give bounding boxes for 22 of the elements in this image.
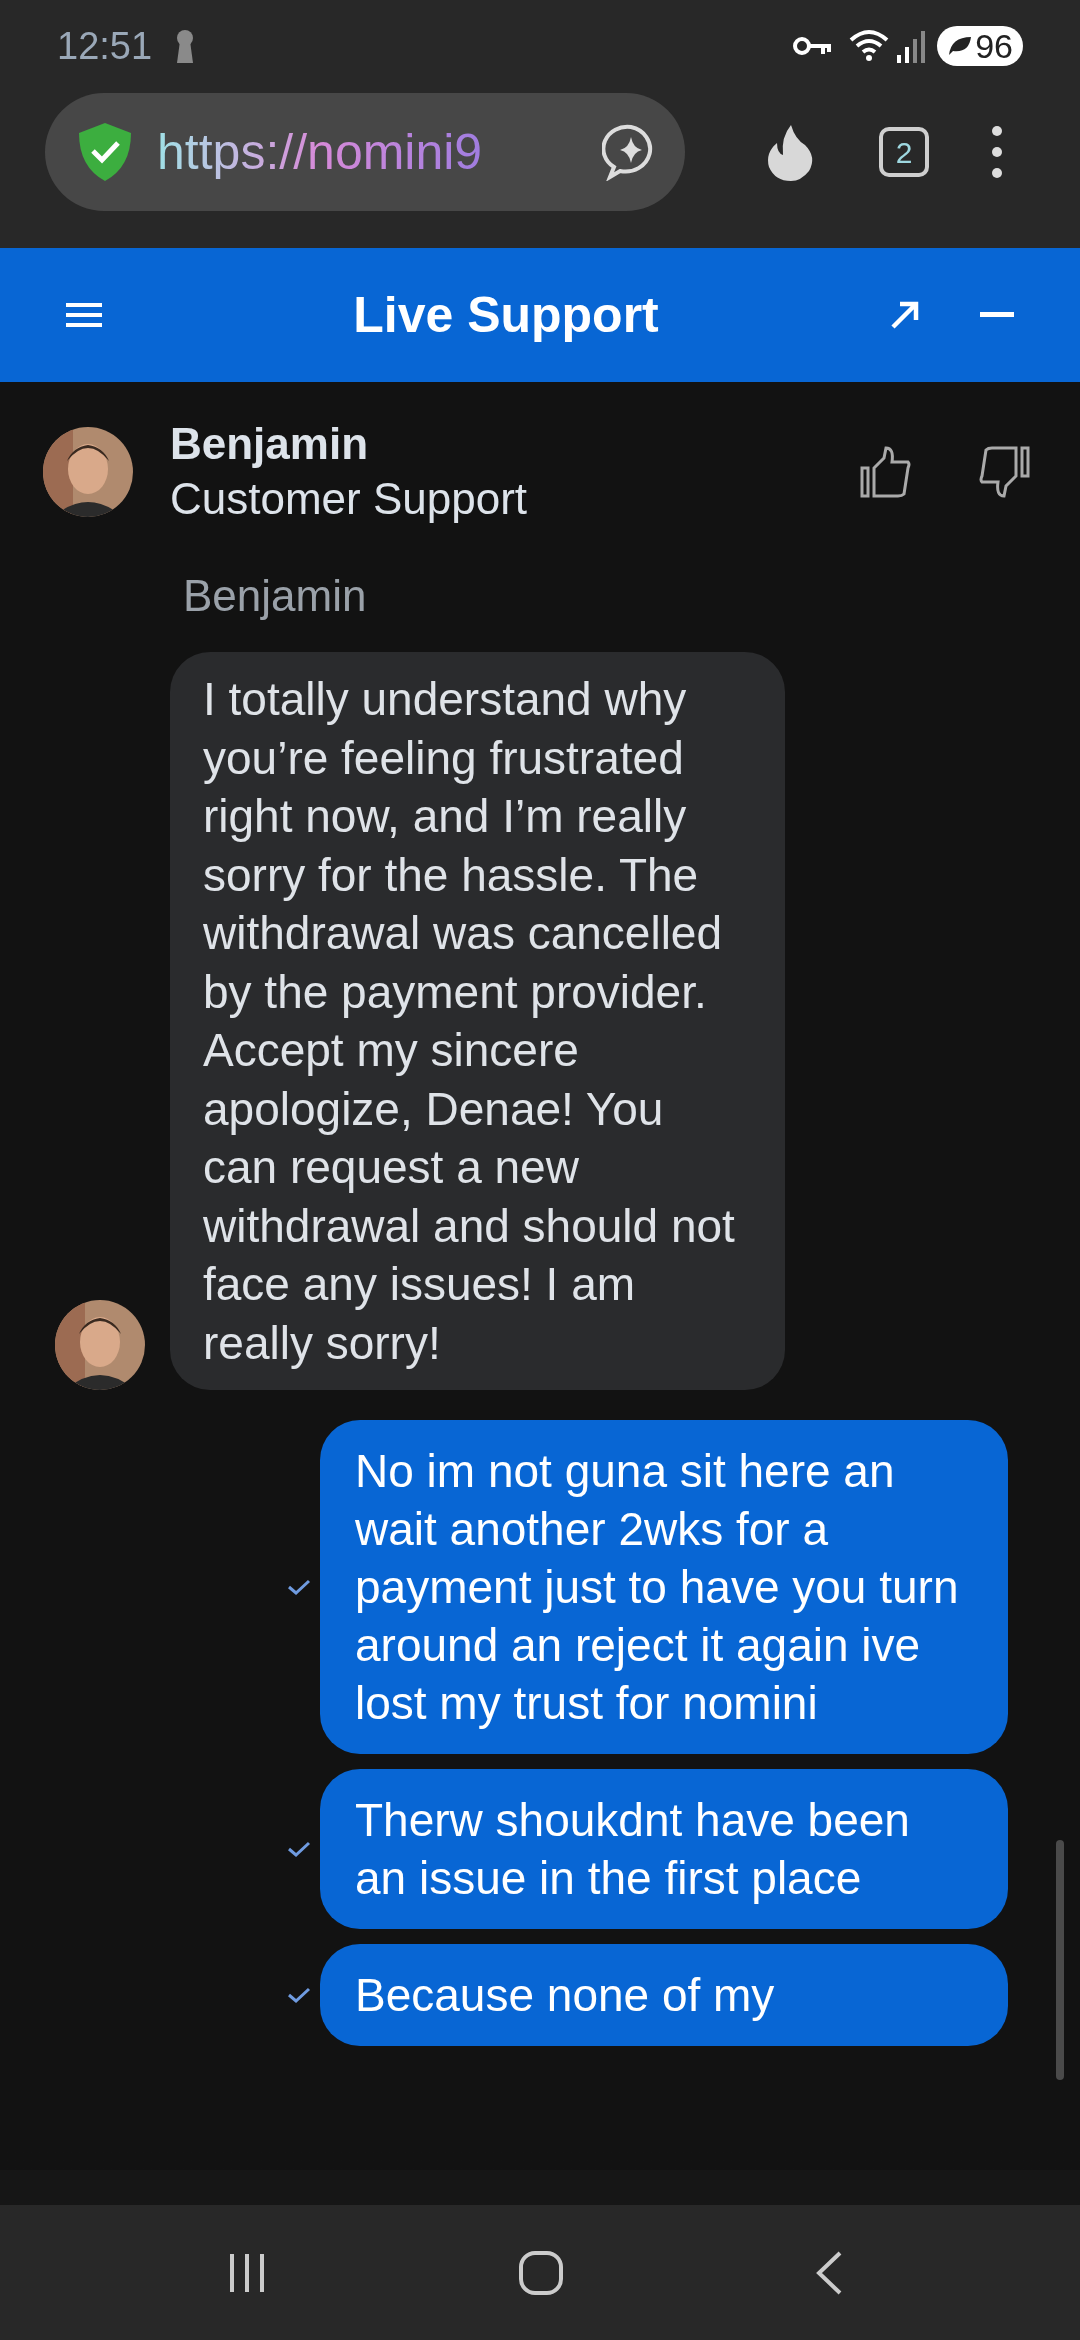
back-icon[interactable] — [814, 2249, 844, 2296]
agent-role: Customer Support — [170, 473, 528, 525]
message-bubble: Because none of my — [320, 1944, 1008, 2046]
battery-level: 96 — [975, 27, 1013, 65]
agent-name: Benjamin — [170, 418, 370, 470]
sender-name: Benjamin — [183, 570, 368, 622]
menu-icon[interactable] — [66, 301, 102, 329]
thumbs-down-icon[interactable] — [978, 446, 1030, 498]
expand-icon[interactable] — [890, 300, 920, 330]
home-icon[interactable] — [518, 2249, 564, 2296]
tab-count-button[interactable]: 2 — [879, 127, 929, 177]
message-bubble: Therw shoukdnt have been an issue in the first place — [320, 1769, 1008, 1929]
minimize-icon[interactable] — [980, 312, 1014, 318]
thumbs-up-icon[interactable] — [860, 446, 912, 498]
message-bubble: I totally understand why you’re feeling frustrated right now, and I’m really sorry for the hassle. The withdrawal was cancelled by the payment provider. Accept my sincere apologize, Denae! You can request a new withdrawal and should not face any issues! I am really sorry! — [170, 652, 785, 1390]
header-title: Live Support — [353, 285, 659, 345]
status-time: 12:51 — [57, 23, 153, 69]
more-icon[interactable] — [991, 125, 1003, 179]
signal-icon — [897, 29, 926, 63]
message-bubble: No im not guna sit here an wait another 2wks for a payment just to have you turn around an reject it again ive lost my trust for nomini — [320, 1420, 1008, 1754]
leaf-icon — [947, 35, 974, 57]
key-icon — [793, 34, 834, 58]
